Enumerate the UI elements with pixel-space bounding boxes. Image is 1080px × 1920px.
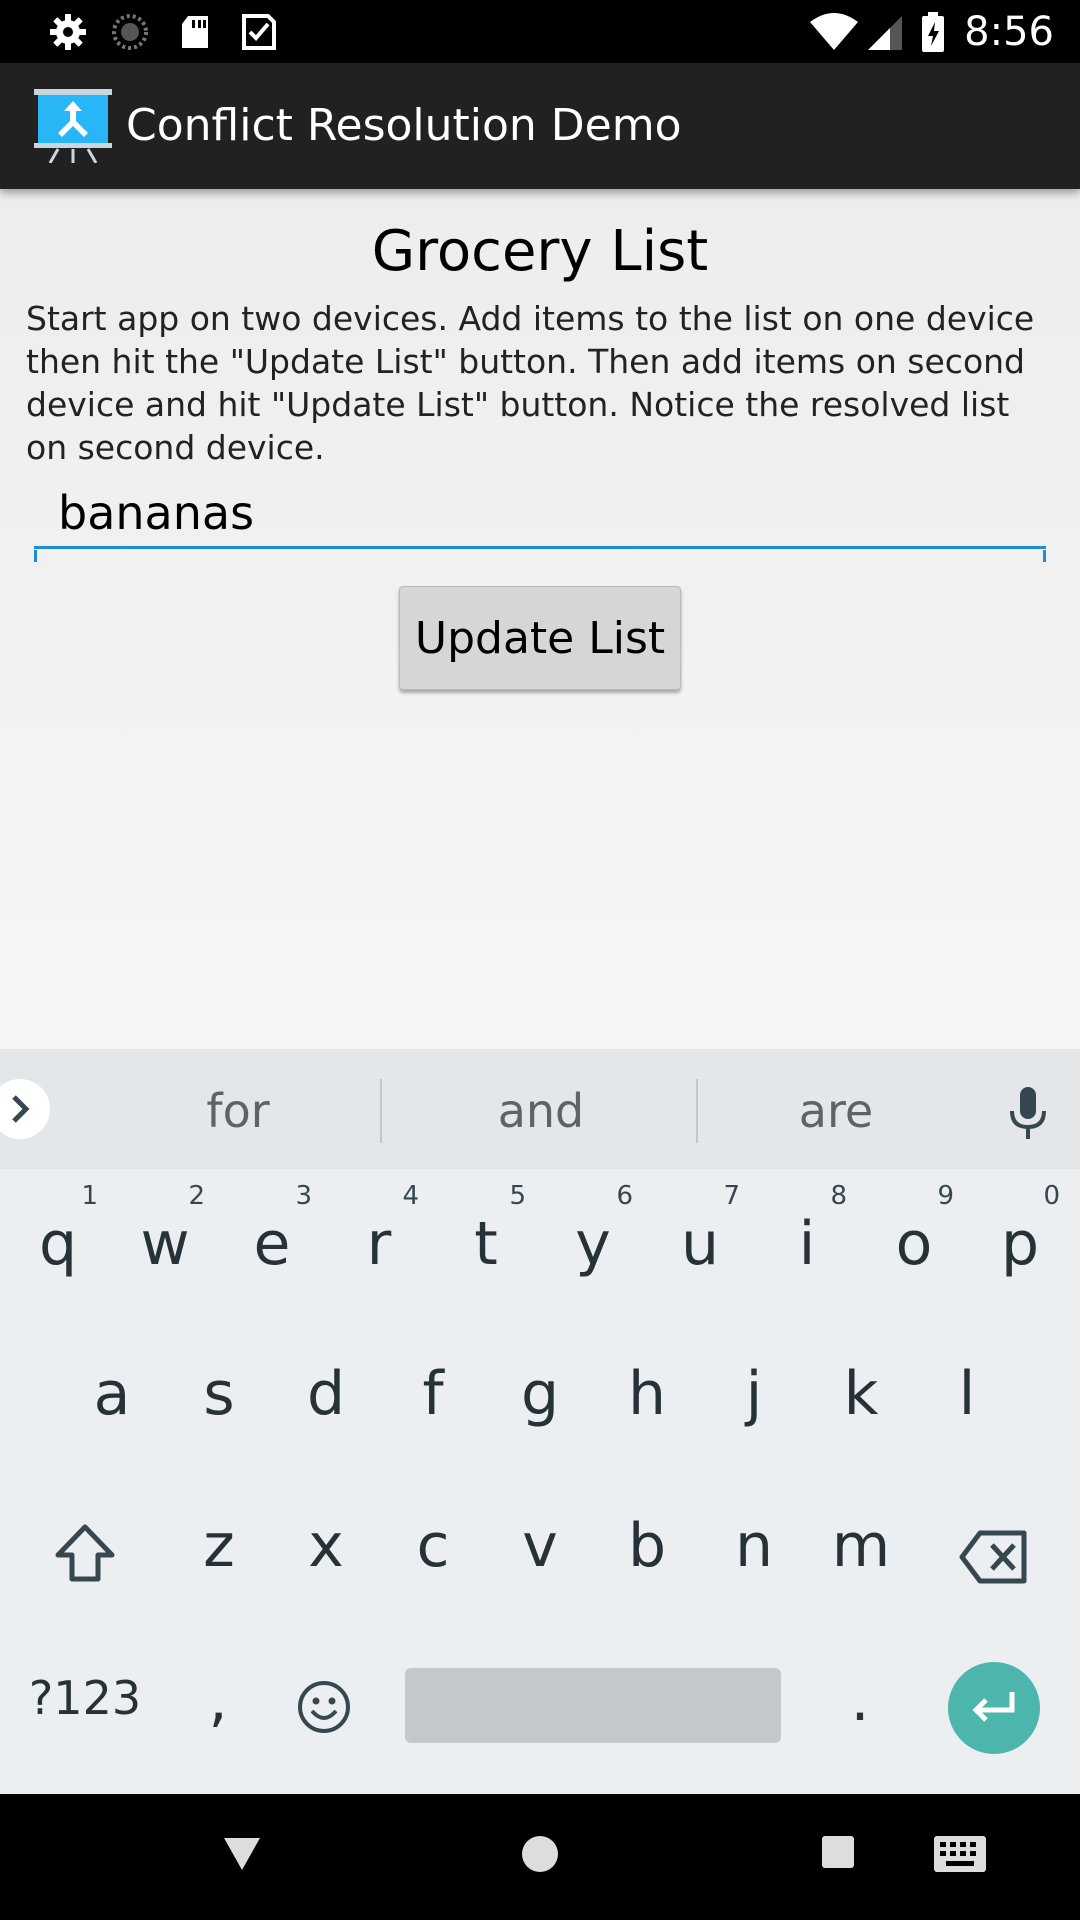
enter-arrow-icon — [972, 1692, 1015, 1722]
main-content: Grocery List Start app on two devices. A… — [0, 189, 1080, 1049]
wifi-icon — [810, 13, 858, 50]
key-t[interactable]: 5t — [436, 1179, 536, 1309]
symbols-key[interactable]: ?123 — [20, 1639, 150, 1769]
key-period[interactable]: . — [810, 1639, 910, 1769]
key-x[interactable]: x — [276, 1481, 376, 1611]
sd-card-icon — [182, 16, 208, 48]
key-a[interactable]: a — [62, 1329, 162, 1459]
item-input[interactable] — [34, 485, 1046, 549]
suggestion-3[interactable]: are — [698, 1049, 974, 1169]
key-comma[interactable]: , — [168, 1639, 268, 1769]
key-k[interactable]: k — [811, 1329, 911, 1459]
signal-icon — [868, 16, 902, 50]
app-bar: Conflict Resolution Demo — [0, 63, 1080, 189]
key-f[interactable]: f — [383, 1329, 483, 1459]
key-d[interactable]: d — [276, 1329, 376, 1459]
status-bar: 8:56 — [0, 0, 1080, 63]
app-logo-icon — [34, 89, 112, 163]
input-underline-left — [34, 550, 37, 562]
suggestion-strip: for and are — [0, 1049, 1080, 1169]
settings-icon — [50, 14, 86, 50]
key-o[interactable]: 9o — [864, 1179, 964, 1309]
page-title: Grocery List — [371, 219, 709, 284]
clock: 8:56 — [964, 9, 1054, 55]
update-list-button[interactable]: Update List — [399, 586, 681, 690]
back-icon[interactable] — [222, 1836, 262, 1872]
key-e[interactable]: 3e — [222, 1179, 322, 1309]
battery-charging-icon — [922, 12, 944, 52]
key-c[interactable]: c — [383, 1481, 483, 1611]
key-p[interactable]: 0p — [970, 1179, 1070, 1309]
space-key[interactable] — [405, 1668, 781, 1743]
input-underline-right — [1043, 550, 1046, 562]
backspace-icon[interactable] — [958, 1529, 1030, 1585]
microphone-icon[interactable] — [1006, 1085, 1050, 1141]
key-v[interactable]: v — [490, 1481, 590, 1611]
key-l[interactable]: l — [917, 1329, 1017, 1459]
sync-icon — [112, 14, 148, 50]
key-z[interactable]: z — [169, 1481, 269, 1611]
key-j[interactable]: j — [704, 1329, 804, 1459]
key-s[interactable]: s — [169, 1329, 269, 1459]
key-i[interactable]: 8i — [757, 1179, 857, 1309]
instructions-text: Start app on two devices. Add items to t… — [26, 299, 1035, 467]
expand-suggestions-button[interactable] — [0, 1079, 50, 1139]
suggestion-divider — [380, 1079, 382, 1143]
home-icon[interactable] — [520, 1834, 560, 1874]
key-r[interactable]: 4r — [329, 1179, 429, 1309]
key-n[interactable]: n — [704, 1481, 804, 1611]
key-h[interactable]: h — [597, 1329, 697, 1459]
key-b[interactable]: b — [597, 1481, 697, 1611]
key-g[interactable]: g — [490, 1329, 590, 1459]
emoji-icon[interactable] — [296, 1679, 352, 1735]
key-m[interactable]: m — [811, 1481, 911, 1611]
shift-icon[interactable] — [52, 1521, 118, 1587]
key-w[interactable]: 2w — [115, 1179, 215, 1309]
key-q[interactable]: 1q — [8, 1179, 108, 1309]
soft-keyboard: for and are 1q 2w 3e 4r 5t 6y 7u 8i 9o 0… — [0, 1049, 1080, 1794]
key-u[interactable]: 7u — [650, 1179, 750, 1309]
chevron-right-icon — [12, 1095, 30, 1123]
checklist-icon — [242, 14, 276, 50]
recents-icon[interactable] — [820, 1834, 856, 1870]
key-y[interactable]: 6y — [543, 1179, 643, 1309]
keyboard-switch-icon[interactable] — [934, 1836, 986, 1872]
suggestion-2[interactable]: and — [386, 1049, 696, 1169]
enter-key[interactable] — [948, 1662, 1040, 1754]
suggestion-1[interactable]: for — [90, 1049, 386, 1169]
app-title: Conflict Resolution Demo — [126, 100, 682, 151]
navigation-bar — [0, 1794, 1080, 1920]
